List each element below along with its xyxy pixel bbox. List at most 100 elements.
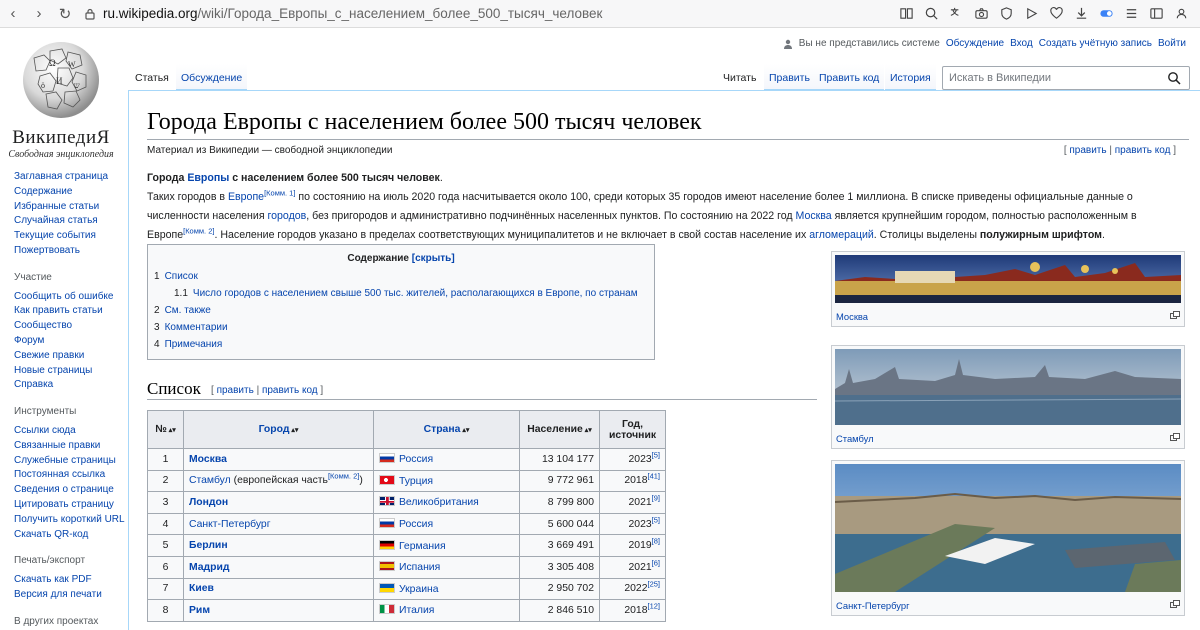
- toc-link[interactable]: См. также: [165, 305, 211, 316]
- sidebar-item-tools-3[interactable]: Постоянная ссылка: [14, 468, 126, 483]
- image-spb[interactable]: Санкт-Петербург: [831, 460, 1185, 616]
- sidebar-item-nav-4[interactable]: Текущие события: [14, 229, 126, 244]
- istanbul-photo[interactable]: [834, 349, 1182, 425]
- sidebar-item-nav-5[interactable]: Пожертвовать: [14, 244, 126, 259]
- search-icon[interactable]: [1167, 71, 1181, 85]
- toc-hide-link[interactable]: [скрыть]: [412, 253, 455, 264]
- tab-history[interactable]: История: [885, 64, 936, 90]
- country-link[interactable]: Украина: [399, 584, 439, 595]
- magnify-icon[interactable]: [1170, 311, 1180, 319]
- toc-item[interactable]: 1 Список: [154, 268, 654, 285]
- toggle-icon[interactable]: [1094, 2, 1119, 26]
- toc-link[interactable]: Число городов с населением свыше 500 тыс…: [193, 288, 638, 299]
- login-link[interactable]: Вход: [1010, 38, 1033, 49]
- play-icon[interactable]: [1019, 2, 1044, 26]
- edit-code-link[interactable]: править код: [1115, 145, 1171, 156]
- sidebar-item-participation-5[interactable]: Новые страницы: [14, 364, 126, 379]
- cell-city[interactable]: Москва: [183, 448, 374, 471]
- ref-link[interactable]: [6]: [652, 558, 660, 567]
- tab-read[interactable]: Читать: [718, 64, 762, 90]
- sidebar-item-nav-2[interactable]: Избранные статьи: [14, 200, 126, 215]
- wikipedia-logo[interactable]: Ω W И ö ש ВикипедиЯ Свободная энциклопед…: [6, 36, 116, 160]
- spb-photo[interactable]: [834, 464, 1182, 592]
- sidebar-item-participation-0[interactable]: Сообщить об ошибке: [14, 290, 126, 305]
- cell-city[interactable]: Мадрид: [183, 555, 374, 579]
- agglomeration-link[interactable]: агломераций: [809, 229, 874, 241]
- menu-icon[interactable]: [1119, 2, 1144, 26]
- search-input[interactable]: Искать в Википедии: [942, 66, 1190, 90]
- moscow-photo[interactable]: [835, 255, 1181, 303]
- ref-link[interactable]: [5]: [652, 515, 660, 524]
- image-moscow[interactable]: Москва: [831, 251, 1185, 327]
- sidebar-item-tools-1[interactable]: Связанные правки: [14, 439, 126, 454]
- cell-city[interactable]: Санкт-Петербург: [183, 512, 374, 536]
- cell-city[interactable]: Стамбул (европейская часть[Комм. 2]): [183, 469, 374, 493]
- url-bar[interactable]: ru.wikipedia.org/wiki/Города_Европы_с_на…: [84, 3, 724, 25]
- ref-link[interactable]: [5]: [652, 450, 660, 459]
- ref-link[interactable]: [8]: [652, 537, 660, 546]
- ref-link[interactable]: [12]: [647, 601, 660, 610]
- europe-link-2[interactable]: Европе: [228, 191, 264, 203]
- country-link[interactable]: Великобритания: [399, 497, 479, 508]
- comment-ref[interactable]: [Комм. 2]: [328, 472, 359, 481]
- th-population[interactable]: Население: [519, 410, 600, 449]
- toc-link[interactable]: Список: [165, 271, 198, 282]
- sidebar-item-print-0[interactable]: Скачать как PDF: [14, 573, 126, 588]
- ref-link[interactable]: [41]: [647, 472, 660, 481]
- sidebar-item-participation-3[interactable]: Форум: [14, 334, 126, 349]
- signin-link[interactable]: Войти: [1158, 38, 1186, 49]
- caption-istanbul[interactable]: Стамбул: [836, 433, 874, 444]
- edit-link[interactable]: править: [1069, 145, 1106, 156]
- cell-country[interactable]: Турция: [373, 469, 520, 493]
- country-link[interactable]: Турция: [399, 476, 433, 487]
- reader-icon[interactable]: [894, 2, 919, 26]
- sidebar-item-tools-4[interactable]: Сведения о странице: [14, 483, 126, 498]
- section-edit-link[interactable]: править: [217, 385, 254, 396]
- cell-city[interactable]: Рим: [183, 599, 374, 622]
- th-country[interactable]: Страна: [373, 410, 520, 449]
- cell-country[interactable]: Россия: [373, 512, 520, 536]
- sidebar-item-tools-0[interactable]: Ссылки сюда: [14, 424, 126, 439]
- heart-icon[interactable]: [1044, 2, 1069, 26]
- toc-item[interactable]: 1.1 Число городов с населением свыше 500 …: [174, 285, 654, 302]
- th-num[interactable]: №: [147, 410, 184, 449]
- country-link[interactable]: Испания: [399, 562, 440, 573]
- toc-link[interactable]: Примечания: [165, 339, 223, 350]
- sidebar-item-tools-5[interactable]: Цитировать страницу: [14, 498, 126, 513]
- shield-icon[interactable]: [994, 2, 1019, 26]
- cell-country[interactable]: Германия: [373, 534, 520, 557]
- tab-article[interactable]: Статья: [130, 64, 174, 90]
- th-city[interactable]: Город: [183, 410, 374, 449]
- sidebar-item-participation-4[interactable]: Свежие правки: [14, 349, 126, 364]
- moscow-link[interactable]: Москва: [796, 210, 832, 222]
- sidebar-item-tools-6[interactable]: Получить короткий URL: [14, 513, 126, 528]
- create-account-link[interactable]: Создать учётную запись: [1039, 38, 1152, 49]
- caption-spb[interactable]: Санкт-Петербург: [836, 600, 910, 611]
- camera-icon[interactable]: [969, 2, 994, 26]
- back-icon[interactable]: ‹: [0, 1, 26, 27]
- comment-1-ref[interactable]: [Комм. 1]: [264, 188, 295, 197]
- toc-item[interactable]: 4 Примечания: [154, 336, 654, 353]
- ref-link[interactable]: [25]: [647, 580, 660, 589]
- reload-icon[interactable]: ↻: [52, 1, 78, 27]
- sidebar-item-print-1[interactable]: Версия для печати: [14, 588, 126, 603]
- country-link[interactable]: Германия: [399, 541, 446, 552]
- tab-edit[interactable]: Править: [764, 64, 815, 90]
- ref-link[interactable]: [9]: [652, 494, 660, 503]
- cell-country[interactable]: Италия: [373, 599, 520, 622]
- toc-item[interactable]: 2 См. также: [154, 302, 654, 319]
- section-edit-code-link[interactable]: править код: [262, 385, 318, 396]
- sidebar-item-nav-0[interactable]: Заглавная страница: [14, 170, 126, 185]
- comment-2-ref[interactable]: [Комм. 2]: [183, 226, 214, 235]
- search-page-icon[interactable]: [919, 2, 944, 26]
- cell-city[interactable]: Киев: [183, 577, 374, 601]
- translate-icon[interactable]: [944, 2, 969, 26]
- forward-icon[interactable]: ›: [26, 1, 52, 27]
- profile-icon[interactable]: [1169, 2, 1194, 26]
- sidebar-item-nav-3[interactable]: Случайная статья: [14, 214, 126, 229]
- tab-talk[interactable]: Обсуждение: [176, 64, 248, 90]
- toc-link[interactable]: Комментарии: [165, 322, 228, 333]
- user-discussion-link[interactable]: Обсуждение: [946, 38, 1004, 49]
- cities-link[interactable]: городов: [268, 210, 307, 222]
- sidebar-item-nav-1[interactable]: Содержание: [14, 185, 126, 200]
